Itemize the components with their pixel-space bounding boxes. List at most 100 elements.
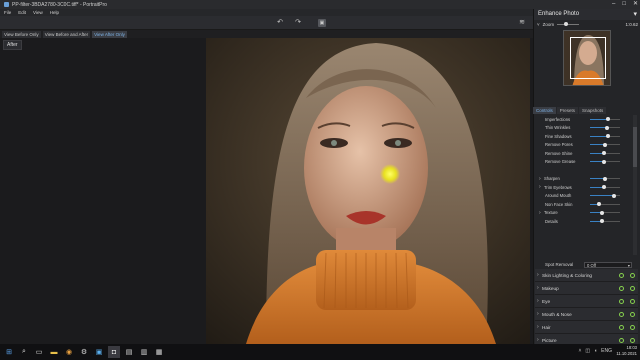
app-icon-4[interactable]: ▦ bbox=[153, 346, 165, 358]
section-toggle-icon[interactable] bbox=[619, 337, 624, 343]
control-slider[interactable] bbox=[590, 125, 620, 130]
spot-removal-select[interactable]: 0 Off ▾ bbox=[584, 261, 632, 268]
power-icon[interactable] bbox=[630, 272, 635, 278]
chevron-right-icon[interactable]: › bbox=[539, 210, 541, 216]
chevron-right-icon[interactable]: › bbox=[539, 176, 541, 182]
portraitpro-icon[interactable]: ◘ bbox=[108, 346, 120, 358]
control-label: Texture bbox=[544, 210, 558, 216]
section-skin-lighting-coloring[interactable]: › Skin Lighting & Coloring bbox=[535, 269, 638, 282]
undo-icon[interactable]: ↶ bbox=[276, 19, 284, 27]
power-icon[interactable] bbox=[630, 298, 635, 304]
slider-knob[interactable] bbox=[612, 193, 616, 198]
control-slider[interactable] bbox=[590, 117, 620, 122]
power-icon[interactable] bbox=[630, 311, 635, 317]
tab-before-only[interactable]: View Before Only bbox=[2, 31, 41, 38]
clock-date: 11.10.2021 bbox=[616, 351, 637, 356]
minimize-icon[interactable]: – bbox=[612, 0, 615, 9]
controls-scrollbar[interactable] bbox=[633, 115, 637, 255]
slider-track-rest bbox=[605, 144, 620, 146]
section-toggle-icon[interactable] bbox=[619, 311, 624, 317]
chevron-right-icon[interactable]: › bbox=[537, 272, 539, 278]
network-icon[interactable]: ◫ bbox=[585, 348, 590, 354]
app-icon bbox=[4, 2, 9, 7]
section-toggle-icon[interactable] bbox=[619, 272, 624, 278]
slider-knob[interactable] bbox=[601, 159, 606, 164]
section-hair[interactable]: › Hair bbox=[535, 321, 638, 334]
scrollbar-thumb[interactable] bbox=[633, 127, 637, 167]
slider-knob[interactable] bbox=[601, 185, 606, 190]
control-slider[interactable] bbox=[590, 210, 620, 215]
explorer-icon[interactable]: ▬ bbox=[48, 346, 60, 358]
chevron-right-icon[interactable]: › bbox=[539, 184, 541, 190]
browser-icon[interactable]: ◉ bbox=[63, 346, 75, 358]
settings-icon[interactable]: ⚙ bbox=[78, 346, 90, 358]
control-slider[interactable] bbox=[590, 193, 620, 198]
taskview-icon[interactable]: ▭ bbox=[33, 346, 45, 358]
power-icon[interactable] bbox=[630, 285, 635, 291]
section-makeup[interactable]: › Makeup bbox=[535, 282, 638, 295]
app-icon-3[interactable]: ▥ bbox=[138, 346, 150, 358]
control-slider[interactable] bbox=[590, 151, 620, 156]
maximize-icon[interactable]: □ bbox=[622, 0, 626, 9]
section-label: Eye bbox=[542, 298, 551, 304]
tab-snapshots[interactable]: Snapshots bbox=[579, 107, 607, 114]
control-slider[interactable] bbox=[590, 202, 620, 207]
control-row: › Texture bbox=[535, 209, 633, 218]
chevron-up-icon[interactable]: ˄ bbox=[578, 348, 581, 354]
tab-before-and-after[interactable]: View Before and After bbox=[42, 31, 91, 38]
control-slider[interactable] bbox=[590, 134, 620, 139]
menu-file[interactable]: File bbox=[4, 9, 11, 16]
portrait-photo[interactable] bbox=[206, 38, 530, 344]
tab-after-only[interactable]: View After Only bbox=[92, 31, 127, 38]
compare-icon[interactable]: ▣ bbox=[318, 19, 326, 27]
panel-tabs: Controls Presets Snapshots bbox=[533, 107, 639, 114]
control-slider[interactable] bbox=[590, 142, 620, 147]
section-eye[interactable]: › Eye bbox=[535, 295, 638, 308]
control-slider[interactable] bbox=[590, 185, 620, 190]
section-mouth-nose[interactable]: › Mouth & Nose bbox=[535, 308, 638, 321]
clock[interactable]: 18:03 11.10.2021 bbox=[616, 345, 637, 357]
power-icon[interactable] bbox=[630, 324, 635, 330]
spot-removal-row: Spot Removal 0 Off ▾ bbox=[535, 260, 638, 269]
control-slider[interactable] bbox=[590, 159, 620, 164]
start-icon[interactable]: ⊞ bbox=[3, 346, 15, 358]
slider-knob[interactable] bbox=[603, 176, 607, 181]
chevron-right-icon[interactable]: › bbox=[537, 311, 539, 317]
menu-view[interactable]: View bbox=[33, 9, 43, 16]
slider-knob[interactable] bbox=[604, 125, 609, 130]
control-label: Around Mouth bbox=[545, 193, 572, 199]
close-icon[interactable]: ✕ bbox=[633, 0, 638, 9]
photoshop-icon[interactable]: ▣ bbox=[93, 346, 105, 358]
section-toggle-icon[interactable] bbox=[619, 324, 624, 330]
slider-knob[interactable] bbox=[606, 134, 610, 139]
section-label: Makeup bbox=[542, 285, 559, 291]
redo-icon[interactable]: ↷ bbox=[294, 19, 302, 27]
section-toggle-icon[interactable] bbox=[619, 298, 624, 304]
search-icon[interactable]: ⌕ bbox=[18, 346, 30, 358]
chevron-right-icon[interactable]: › bbox=[537, 298, 539, 304]
slider-track-rest bbox=[606, 127, 620, 129]
app-icon-2[interactable]: ▤ bbox=[123, 346, 135, 358]
volume-icon[interactable]: ◖ bbox=[594, 348, 597, 354]
chevron-right-icon[interactable]: › bbox=[537, 324, 539, 330]
panel-controls: Controls Presets Snapshots Imperfections… bbox=[533, 9, 640, 360]
chevron-right-icon[interactable]: › bbox=[537, 285, 539, 291]
slider-knob[interactable] bbox=[606, 117, 610, 122]
menu-edit[interactable]: Edit bbox=[18, 9, 26, 16]
slider-knob[interactable] bbox=[600, 219, 604, 224]
layers-icon[interactable]: ≋ bbox=[518, 19, 526, 27]
slider-knob[interactable] bbox=[603, 142, 607, 147]
tab-controls[interactable]: Controls bbox=[533, 107, 556, 114]
control-slider[interactable] bbox=[590, 219, 620, 224]
slider-knob[interactable] bbox=[601, 151, 606, 156]
section-toggle-icon[interactable] bbox=[619, 285, 624, 291]
menu-help[interactable]: Help bbox=[50, 9, 59, 16]
chevron-right-icon[interactable]: › bbox=[537, 337, 539, 343]
tab-presets[interactable]: Presets bbox=[556, 107, 579, 114]
slider-knob[interactable] bbox=[597, 202, 601, 207]
slider-knob[interactable] bbox=[600, 210, 604, 215]
language-indicator[interactable]: ENG bbox=[601, 348, 612, 354]
power-icon[interactable] bbox=[630, 337, 635, 343]
control-slider[interactable] bbox=[590, 176, 620, 181]
view-mode-tabs: View Before Only View Before and After V… bbox=[2, 31, 127, 38]
